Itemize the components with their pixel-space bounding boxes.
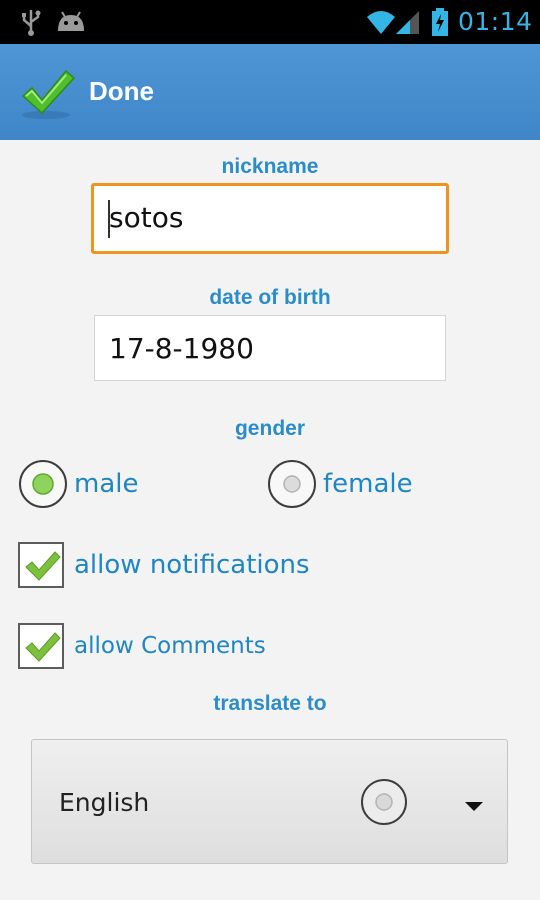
- radio-indicator-icon: [361, 779, 407, 825]
- translate-to-value: English: [59, 788, 150, 817]
- nickname-value: sotos: [109, 201, 184, 234]
- checkmark-icon[interactable]: [20, 66, 76, 120]
- allow-comments-label[interactable]: allow Comments: [74, 633, 266, 659]
- nickname-label: nickname: [221, 155, 319, 178]
- allow-notifications-checkbox[interactable]: [18, 542, 64, 588]
- translate-to-spinner[interactable]: English: [31, 739, 508, 864]
- dropdown-arrow-icon: [465, 802, 483, 811]
- date-of-birth-label: date of birth: [209, 286, 331, 309]
- nickname-input[interactable]: sotos: [91, 183, 449, 254]
- wifi-icon: [367, 11, 395, 34]
- action-bar: Done: [0, 44, 540, 140]
- usb-icon: [22, 10, 41, 36]
- done-button[interactable]: Done: [89, 76, 154, 107]
- android-icon: [58, 11, 84, 31]
- female-radio[interactable]: [267, 459, 317, 509]
- allow-comments-checkbox[interactable]: [18, 623, 64, 669]
- allow-notifications-label[interactable]: allow notifications: [74, 550, 310, 580]
- signal-icon: [396, 11, 419, 34]
- date-of-birth-value: 17-8-1980: [109, 332, 254, 365]
- checkmark-icon: [25, 632, 61, 662]
- gender-label: gender: [234, 417, 305, 440]
- battery-charging-icon: [432, 8, 448, 36]
- checkmark-icon: [25, 551, 61, 581]
- male-radio-label[interactable]: male: [74, 469, 138, 499]
- female-radio-label[interactable]: female: [323, 469, 413, 499]
- translate-to-label: translate to: [213, 692, 327, 715]
- status-clock: 01:14: [458, 7, 533, 36]
- male-radio[interactable]: [18, 459, 68, 509]
- status-bar: 01:14: [0, 0, 540, 44]
- date-of-birth-input[interactable]: 17-8-1980: [94, 315, 446, 381]
